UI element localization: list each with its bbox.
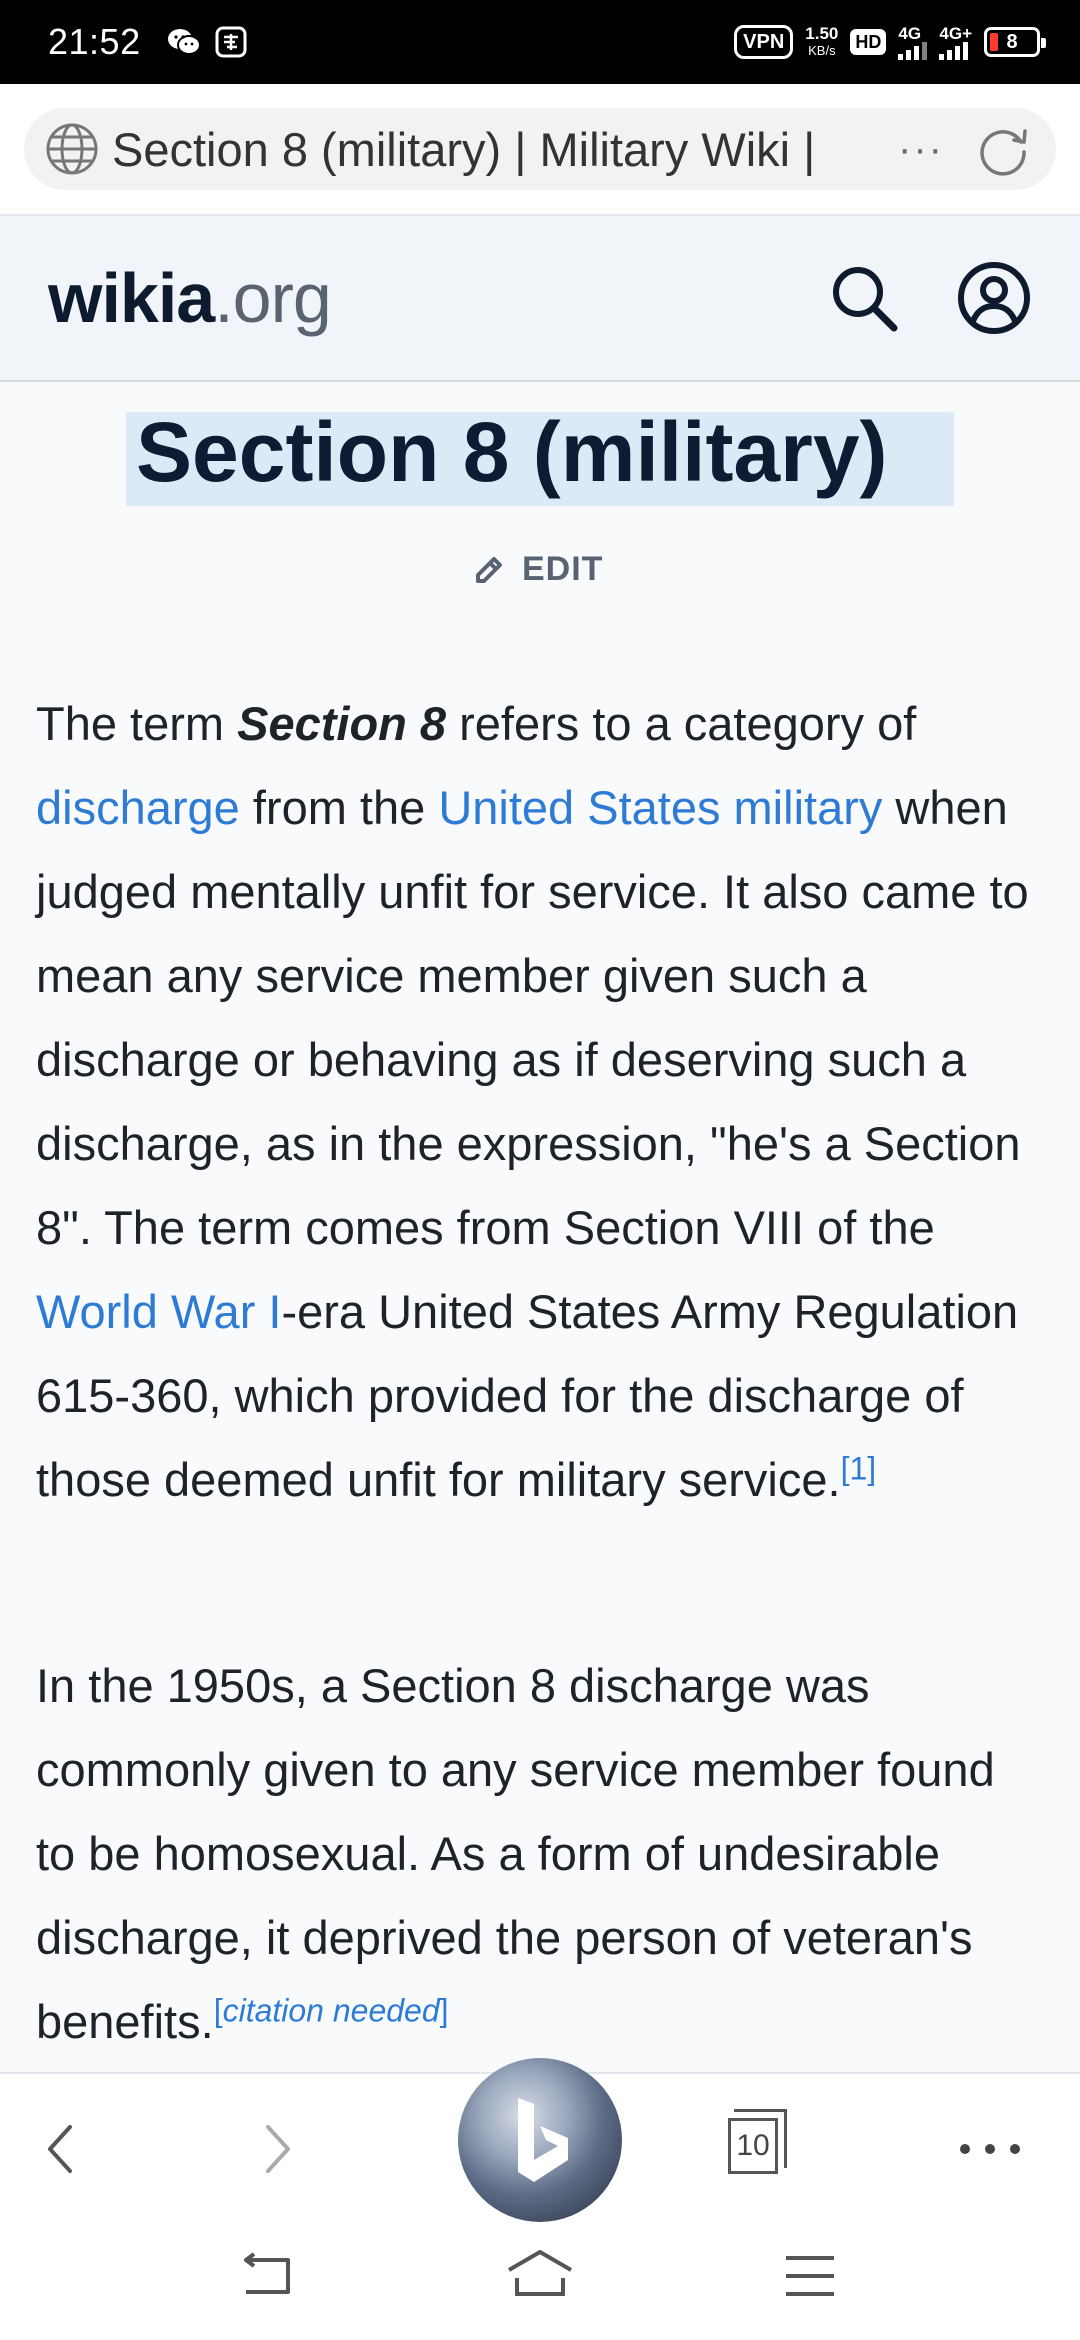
edit-button[interactable]: EDIT	[470, 550, 603, 589]
page-title-url[interactable]: Section 8 (military) | Military Wiki |	[112, 122, 892, 177]
vpn-badge: VPN	[734, 25, 794, 59]
tabs-button[interactable]: 10	[728, 2109, 787, 2174]
system-navigation-bar	[0, 2222, 1080, 2340]
search-icon[interactable]	[828, 262, 900, 334]
nav-home-icon[interactable]	[505, 2248, 575, 2300]
bing-icon	[518, 2098, 568, 2182]
address-ellipsis: ···	[898, 126, 944, 171]
signal-4g: 4G	[898, 25, 928, 60]
nav-back-icon[interactable]	[238, 2252, 298, 2302]
network-speed: 1.50 KB/s	[805, 24, 839, 58]
edit-label: EDIT	[522, 550, 604, 588]
bing-button[interactable]	[458, 2058, 622, 2222]
nav-menu-icon[interactable]	[782, 2252, 838, 2300]
wechat-icon	[167, 29, 201, 55]
more-menu-button[interactable]	[940, 2074, 1040, 2224]
reload-icon[interactable]	[974, 120, 1032, 178]
signal-bars-icon	[898, 41, 928, 60]
signal-4g-plus: 4G+	[939, 25, 972, 60]
bold-term: Section 8	[237, 697, 447, 750]
battery-indicator: 8	[984, 27, 1046, 57]
globe-icon	[46, 123, 98, 175]
tabs-count: 10	[736, 2129, 770, 2162]
header-actions	[828, 260, 1032, 336]
article-paragraph-2: In the 1950s, a Section 8 discharge was …	[36, 1659, 995, 2048]
forward-button[interactable]	[246, 2074, 310, 2224]
status-time: 21:52	[48, 21, 141, 62]
more-icon	[960, 2144, 1020, 2154]
notification-icons	[167, 26, 247, 58]
hd-badge: HD	[850, 29, 887, 55]
forward-icon	[266, 2125, 290, 2173]
link-world-war-i[interactable]: World War I	[36, 1285, 281, 1338]
reference-1[interactable]: [1]	[841, 1450, 877, 1486]
browser-address-area: Section 8 (military) | Military Wiki | ·…	[0, 84, 1080, 214]
article-content: Section 8 (military) EDIT The term Secti…	[0, 382, 1080, 2072]
site-header: wikia.org	[0, 214, 1080, 382]
signal-bars-icon	[939, 41, 969, 60]
link-discharge[interactable]: discharge	[36, 781, 240, 834]
back-icon	[48, 2125, 72, 2173]
citation-needed[interactable]: [citation needed]	[214, 1992, 449, 2028]
pencil-icon	[476, 556, 502, 583]
status-bar: 21:52 VPN 1.50 KB/s HD 4G 4G+ 8	[0, 0, 1080, 84]
back-button[interactable]	[28, 2074, 92, 2224]
address-bar[interactable]: Section 8 (military) | Military Wiki | ·…	[24, 108, 1056, 190]
article-paragraph-1: The term Section 8 refers to a category …	[36, 697, 1029, 1506]
status-right-icons: VPN 1.50 KB/s HD 4G 4G+ 8	[734, 24, 1046, 60]
message-icon	[215, 26, 247, 58]
link-united-states-military[interactable]: United States military	[438, 781, 882, 834]
page-title: Section 8 (military)	[126, 405, 954, 506]
wikia-logo[interactable]: wikia.org	[48, 258, 332, 338]
account-icon[interactable]	[956, 260, 1032, 336]
